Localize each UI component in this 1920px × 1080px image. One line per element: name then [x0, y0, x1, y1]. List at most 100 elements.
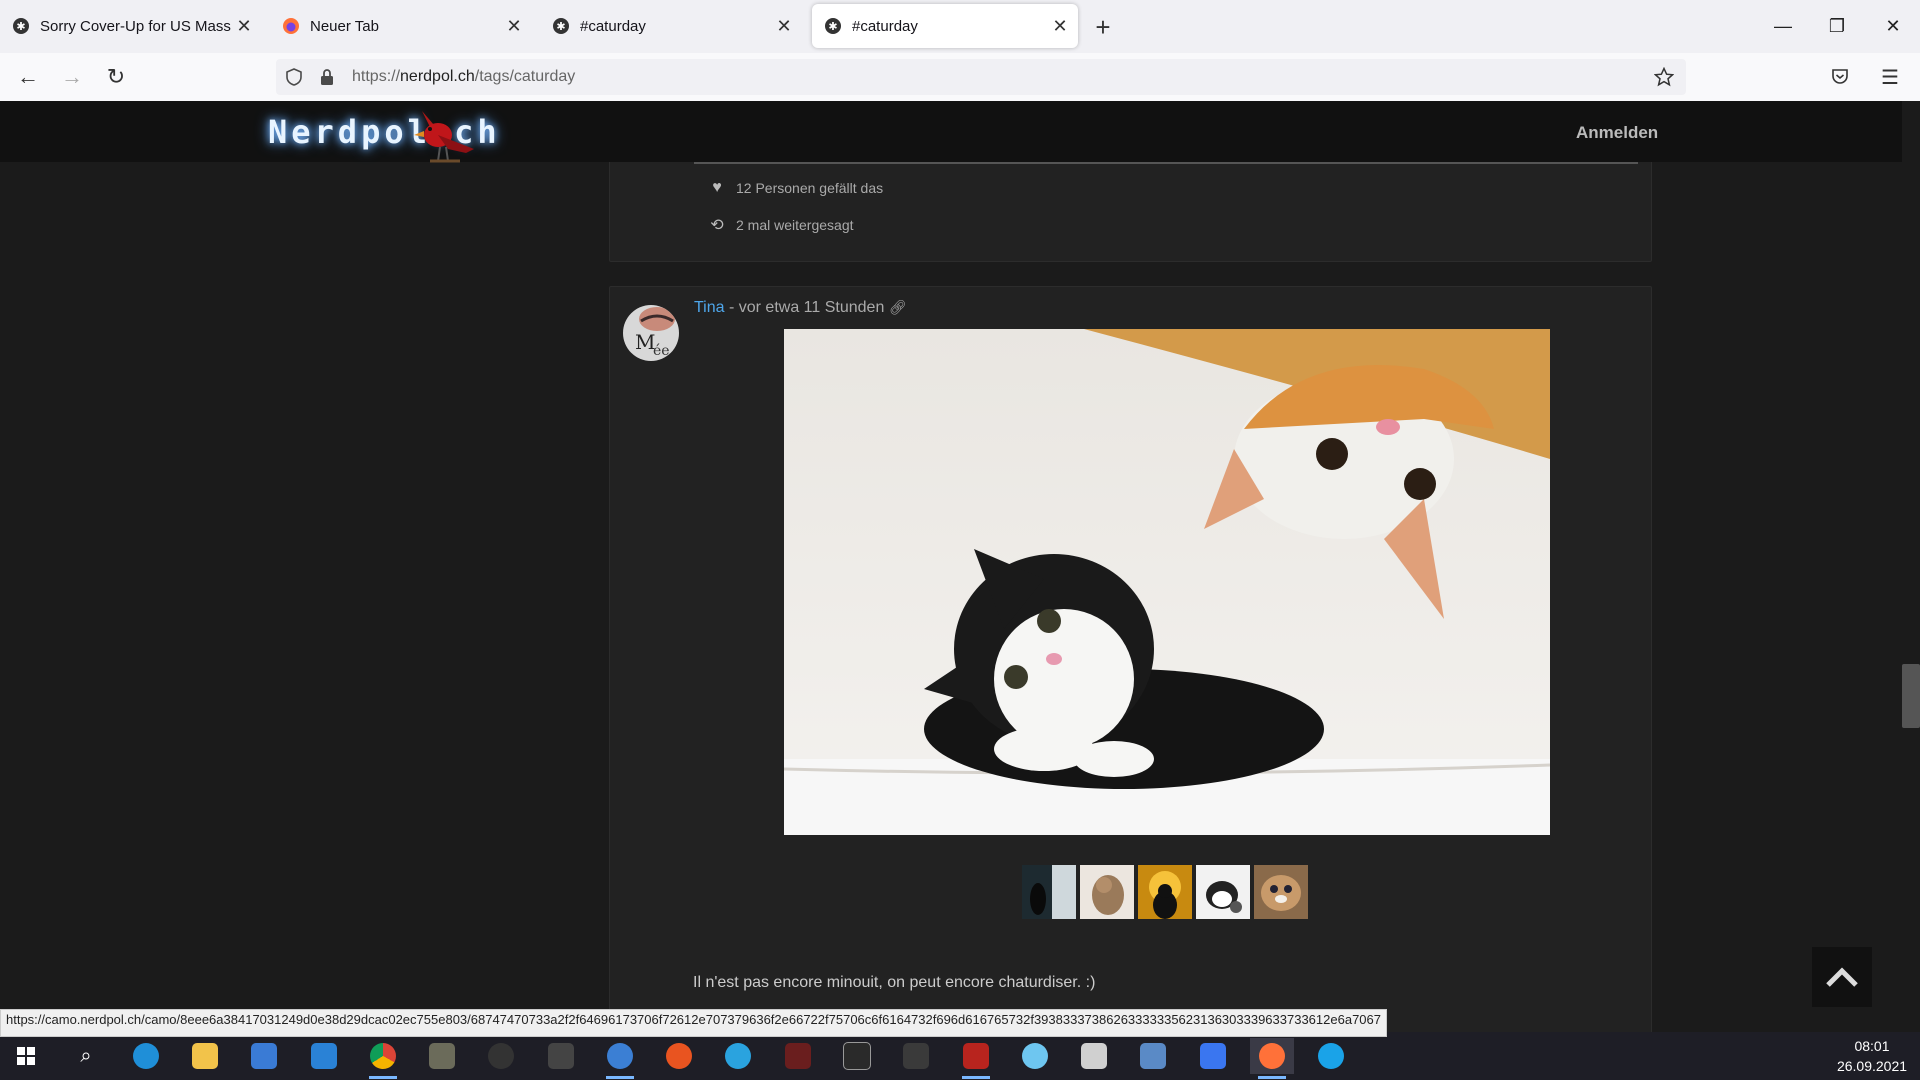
status-url-tooltip: https://camo.nerdpol.ch/camo/8eee6a38417…: [0, 1009, 1387, 1037]
tab-2-title: Neuer Tab: [310, 17, 379, 35]
thumbnail[interactable]: [1254, 865, 1308, 919]
windows-start-button[interactable]: [4, 1038, 48, 1074]
tab-3[interactable]: ✱ #caturday ✕: [540, 4, 802, 48]
mail-icon[interactable]: [302, 1038, 346, 1074]
thumbnail[interactable]: [1138, 865, 1192, 919]
file-explorer-icon[interactable]: [183, 1038, 227, 1074]
tab-1-title: Sorry Cover-Up for US Mass Mu: [40, 17, 232, 35]
windows-icon: [17, 1047, 35, 1065]
thumbnail-image: [1080, 865, 1134, 919]
bookmark-star-icon[interactable]: [1654, 67, 1674, 87]
reshares-text: 2 mal weitergesagt: [736, 217, 854, 233]
svg-text:✱: ✱: [556, 20, 565, 33]
likes-text: 12 Personen gefällt das: [736, 180, 884, 196]
close-icon[interactable]: ✕: [232, 14, 256, 38]
diaspora-icon: ✱: [13, 18, 29, 34]
live-icon[interactable]: [539, 1038, 583, 1074]
close-window-button[interactable]: ✕: [1866, 0, 1920, 52]
virtual-machine-icon[interactable]: [1072, 1038, 1116, 1074]
scroll-to-top-button[interactable]: [1812, 947, 1872, 1007]
close-icon[interactable]: ✕: [502, 14, 526, 38]
tab-bar: ✱ Sorry Cover-Up for US Mass Mu ✕ Neuer …: [0, 0, 1920, 53]
heart-icon: ♥: [712, 179, 722, 196]
url-path: /tags/caturday: [474, 68, 576, 85]
tab-1[interactable]: ✱ Sorry Cover-Up for US Mass Mu ✕: [0, 4, 262, 48]
restore-button[interactable]: ❐: [1810, 0, 1864, 52]
image-thumbnails: [1022, 865, 1308, 919]
post-image[interactable]: [784, 329, 1550, 835]
web-page: Nerdpol.ch Anmelden ♥ 12 Personen gefäll…: [0, 101, 1920, 1032]
tab-2[interactable]: Neuer Tab ✕: [270, 4, 532, 48]
thumbnail[interactable]: [1196, 865, 1250, 919]
shield-icon[interactable]: [286, 68, 302, 86]
reload-icon[interactable]: ↻: [100, 61, 132, 93]
chevron-up-icon: [1826, 967, 1858, 987]
back-arrow-icon[interactable]: ←: [12, 61, 44, 93]
url-host: nerdpol.ch: [400, 68, 475, 85]
diaspora-icon: ✱: [553, 18, 569, 34]
minimize-button[interactable]: —: [1756, 0, 1810, 52]
taskbar: ⌕ 08:01 26.09.2021: [0, 1032, 1920, 1080]
thumbnail-image: [1022, 865, 1076, 919]
clock-time: 08:01: [1854, 1038, 1890, 1054]
permalink-icon[interactable]: 🔗︎: [889, 299, 907, 315]
svg-text:ée: ée: [653, 343, 670, 359]
close-icon[interactable]: ✕: [1048, 14, 1072, 38]
lock-icon[interactable]: [320, 68, 334, 86]
thumbnail-image: [1196, 865, 1250, 919]
kali-icon[interactable]: [835, 1038, 879, 1074]
skype-icon[interactable]: [1309, 1038, 1353, 1074]
forward-arrow-icon[interactable]: →: [56, 61, 88, 93]
cloud-app-icon[interactable]: [1013, 1038, 1057, 1074]
post-time[interactable]: - vor etwa 11 Stunden: [729, 299, 884, 316]
voicemeeter-icon[interactable]: [954, 1038, 998, 1079]
navigation-bar: ← → ↻ https://nerdpol.ch/tags/caturday ☰: [0, 53, 1920, 102]
telegram-icon[interactable]: [716, 1038, 760, 1074]
diaspora-icon: ✱: [825, 18, 841, 34]
reshares-line[interactable]: ⟲ 2 mal weitergesagt: [706, 215, 854, 235]
tab-4-title: #caturday: [852, 17, 918, 35]
ubuntu-icon[interactable]: [657, 1038, 701, 1074]
taskbar-clock[interactable]: 08:01 26.09.2021: [1830, 1036, 1914, 1076]
login-link[interactable]: Anmelden: [1576, 123, 1658, 143]
avatar[interactable]: M ée: [623, 305, 679, 361]
thumbnail-image: [1138, 865, 1192, 919]
likes-line[interactable]: ♥ 12 Personen gefällt das: [706, 179, 883, 197]
tab-3-title: #caturday: [580, 17, 646, 35]
thumbnail[interactable]: [1022, 865, 1076, 919]
chrome-icon[interactable]: [361, 1038, 405, 1079]
firefox-icon[interactable]: [1250, 1038, 1294, 1079]
gimp-icon[interactable]: [420, 1038, 464, 1074]
virtualbox-icon[interactable]: [1131, 1038, 1175, 1074]
svg-text:✱: ✱: [16, 20, 25, 33]
firefox-icon: [283, 18, 299, 34]
audio-app-icon[interactable]: [776, 1038, 820, 1074]
pocket-icon[interactable]: [1830, 67, 1850, 87]
comment-box-edge: [694, 162, 1638, 164]
reshare-icon: ⟲: [710, 217, 724, 234]
search-icon[interactable]: ⌕: [64, 1038, 108, 1074]
tools-icon[interactable]: [894, 1038, 938, 1074]
close-icon[interactable]: ✕: [772, 14, 796, 38]
edge-icon[interactable]: [124, 1038, 168, 1074]
post-card: M ée Tina - vor etwa 11 Stunden 🔗︎ Il n'…: [609, 286, 1652, 1032]
tab-4-active[interactable]: ✱ #caturday ✕: [812, 4, 1078, 48]
url-text[interactable]: https://nerdpol.ch/tags/caturday: [352, 68, 575, 86]
inkscape-icon[interactable]: [479, 1038, 523, 1074]
author-name[interactable]: Tina: [694, 299, 725, 316]
signal-icon[interactable]: [1191, 1038, 1235, 1074]
clock-date: 26.09.2021: [1836, 1058, 1908, 1074]
address-bar[interactable]: https://nerdpol.ch/tags/caturday: [276, 59, 1686, 95]
new-tab-button[interactable]: +: [1088, 12, 1118, 42]
thunderbird-icon[interactable]: [598, 1038, 642, 1079]
avatar-image: M ée: [623, 305, 679, 361]
page-scrollbar[interactable]: [1902, 101, 1920, 1032]
menu-icon[interactable]: ☰: [1874, 61, 1906, 93]
kittens-photo: [784, 329, 1550, 835]
store-icon[interactable]: [242, 1038, 286, 1074]
cardinal-bird-icon: [414, 111, 474, 163]
svg-text:✱: ✱: [828, 20, 837, 33]
thumbnail[interactable]: [1080, 865, 1134, 919]
scrollbar-thumb[interactable]: [1902, 664, 1920, 728]
site-header: Nerdpol.ch Anmelden: [0, 101, 1902, 163]
